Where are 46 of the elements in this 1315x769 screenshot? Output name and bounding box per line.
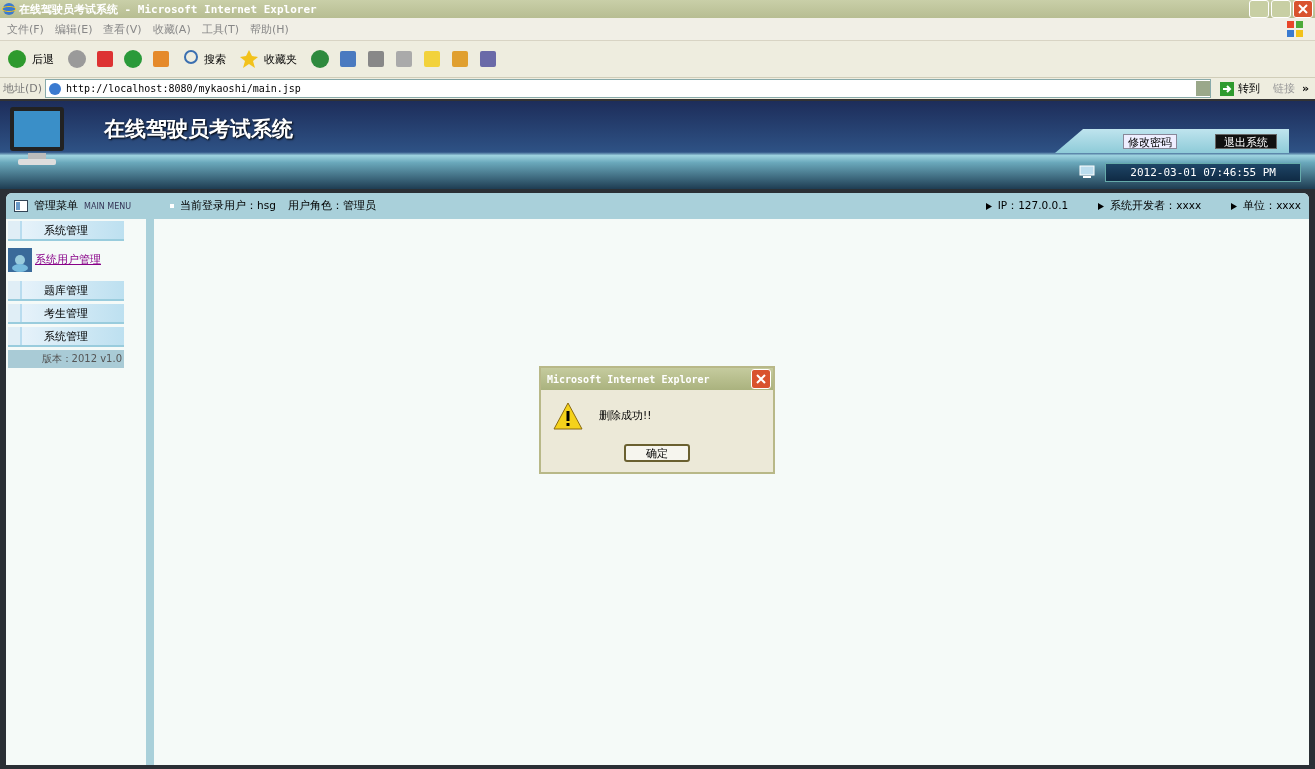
chevron-button[interactable]: » bbox=[1301, 82, 1315, 95]
go-button[interactable]: 转到 bbox=[1213, 81, 1266, 96]
note-icon[interactable] bbox=[421, 48, 443, 70]
back-button[interactable]: 后退 bbox=[6, 48, 60, 70]
address-field[interactable]: http://localhost:8080/mykaoshi/main.jsp bbox=[45, 79, 1211, 98]
menu-section-header[interactable]: 题库管理 bbox=[8, 281, 124, 301]
window-title: 在线驾驶员考试系统 - Microsoft Internet Explorer bbox=[19, 1, 318, 17]
close-icon bbox=[756, 374, 766, 384]
minimize-button[interactable] bbox=[1249, 0, 1269, 18]
windows-logo-icon bbox=[1285, 19, 1305, 39]
users-icon bbox=[8, 248, 32, 272]
dialog-message: 删除成功!! bbox=[599, 409, 652, 423]
unit-text: 单位：xxxx bbox=[1243, 199, 1301, 213]
developer-text: 系统开发者：xxxx bbox=[1110, 199, 1202, 213]
dialog-title: Microsoft Internet Explorer bbox=[547, 373, 710, 385]
menu-link[interactable]: 系统用户管理 bbox=[35, 253, 101, 267]
current-user-text: 当前登录用户：hsg bbox=[180, 199, 276, 213]
logout-button[interactable]: 退出系统 bbox=[1215, 133, 1277, 149]
menu-panel-icon bbox=[14, 200, 28, 212]
search-button[interactable]: 搜索 bbox=[178, 48, 232, 70]
bullet-icon bbox=[1098, 202, 1105, 210]
star-icon bbox=[238, 48, 260, 70]
system-title: 在线驾驶员考试系统 bbox=[104, 115, 293, 143]
change-password-button[interactable]: 修改密码 bbox=[1123, 133, 1177, 149]
dropdown-button[interactable] bbox=[1195, 81, 1210, 96]
menu-section-header[interactable]: 系统管理 bbox=[8, 327, 124, 347]
menu-section-header[interactable]: 考生管理 bbox=[8, 304, 124, 324]
address-label: 地址(D) bbox=[3, 81, 43, 96]
favorites-button[interactable]: 收藏夹 bbox=[238, 48, 303, 70]
warning-icon bbox=[553, 402, 583, 430]
datetime-display: 2012-03-01 07:46:55 PM bbox=[1105, 162, 1301, 182]
version-label: 版本：2012 v1.0 bbox=[8, 350, 124, 368]
ok-button[interactable]: 确定 bbox=[624, 444, 690, 462]
menu-section-header[interactable]: 系统管理 bbox=[8, 221, 124, 241]
close-button[interactable] bbox=[1293, 0, 1313, 18]
user-role-text: 用户角色：管理员 bbox=[287, 199, 376, 213]
ie-logo-icon bbox=[2, 2, 16, 16]
arrow-icon bbox=[1219, 81, 1234, 96]
menu-title: 管理菜单 bbox=[34, 199, 78, 213]
bullet-icon bbox=[1231, 202, 1238, 210]
close-icon bbox=[1297, 3, 1309, 15]
ip-text: IP：127.0.0.1 bbox=[997, 199, 1069, 213]
close-button[interactable] bbox=[751, 369, 771, 389]
bullet-icon bbox=[985, 202, 992, 210]
menu-subtitle: MAIN MENU bbox=[84, 201, 132, 211]
computer-icon bbox=[1079, 165, 1096, 179]
